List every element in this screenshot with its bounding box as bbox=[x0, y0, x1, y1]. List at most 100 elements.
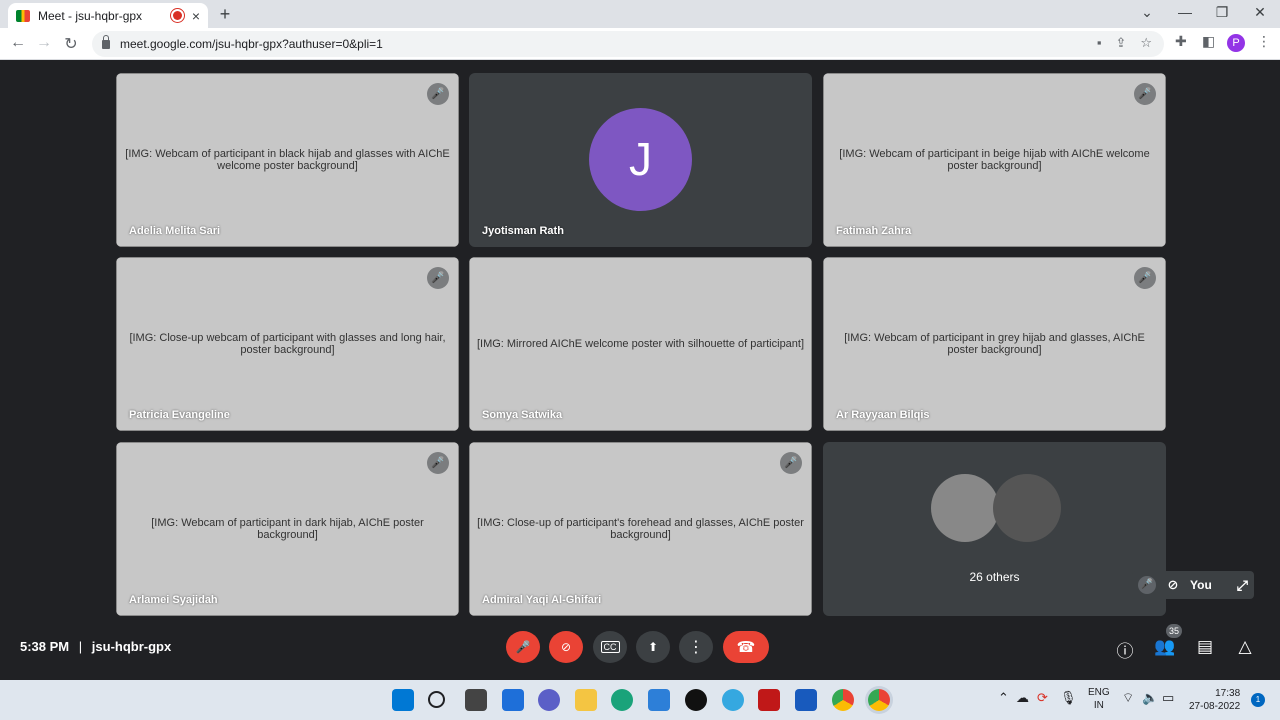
microphone-icon[interactable]: 🎙 bbox=[1060, 690, 1077, 706]
other-avatar bbox=[931, 474, 999, 542]
participant-video: [IMG: Webcam of participant in black hij… bbox=[116, 73, 459, 247]
forward-button[interactable]: → bbox=[34, 34, 54, 52]
self-view-label: You bbox=[1190, 578, 1212, 592]
people-icon: 👥 bbox=[1154, 637, 1176, 656]
participant-video: [IMG: Webcam of participant in beige hij… bbox=[823, 73, 1166, 247]
teams-chat-icon[interactable] bbox=[538, 689, 560, 711]
search-icon[interactable] bbox=[428, 691, 445, 708]
participant-name: Arlamei Syajidah bbox=[129, 594, 218, 606]
meet-control-bar: 5:38 PM | jsu-hqbr-gpx 🎤 ⊘ CC ⬆ ⋮ ☎ ⓘ 👥 … bbox=[0, 620, 1280, 680]
participant-tile[interactable]: [IMG: Close-up of participant's forehead… bbox=[469, 442, 812, 616]
battery-icon[interactable]: ▭ bbox=[1162, 690, 1174, 706]
browser-tab-strip: Meet - jsu-hqbr-gpx × + ⌄ — ❐ ✕ bbox=[0, 0, 1280, 28]
other-avatar bbox=[993, 474, 1061, 542]
chrome-profile-icon[interactable] bbox=[868, 689, 890, 711]
system-clock[interactable]: 17:38 27-08-2022 bbox=[1189, 687, 1240, 713]
people-count-badge: 35 bbox=[1166, 624, 1182, 638]
meeting-details-button[interactable]: ⓘ bbox=[1114, 637, 1136, 662]
participant-tile[interactable]: [IMG: Webcam of participant in dark hija… bbox=[116, 442, 459, 616]
present-screen-icon: ⬆ bbox=[647, 640, 659, 654]
close-window-button[interactable]: ✕ bbox=[1250, 4, 1270, 21]
camera-off-icon: ⊘ bbox=[1167, 577, 1179, 592]
meet-favicon-icon bbox=[16, 9, 30, 22]
self-view-chip[interactable]: 🎤 ⊘ You ⤢ bbox=[1132, 571, 1254, 599]
restore-button[interactable]: ❐ bbox=[1212, 4, 1232, 21]
task-view-icon[interactable] bbox=[465, 689, 487, 711]
recording-indicator-icon bbox=[172, 11, 182, 20]
present-button[interactable]: ⬆ bbox=[636, 631, 670, 663]
mic-off-icon: 🎤 bbox=[780, 452, 802, 474]
back-button[interactable]: ← bbox=[8, 34, 28, 52]
side-panel-icon[interactable]: ◧ bbox=[1202, 33, 1215, 50]
file-explorer-icon[interactable] bbox=[575, 689, 597, 711]
participant-name: Ar Rayyaan Bilqis bbox=[836, 409, 930, 421]
hang-up-icon: ☎ bbox=[736, 639, 756, 656]
chat-button[interactable]: ▤ bbox=[1194, 637, 1216, 657]
sync-icon[interactable]: ⟳ bbox=[1037, 690, 1048, 706]
microsoft-store-icon[interactable] bbox=[648, 689, 670, 711]
widgets-icon[interactable] bbox=[502, 689, 524, 711]
volume-icon[interactable]: 🔈 bbox=[1142, 690, 1158, 706]
mic-off-icon: 🎤 bbox=[515, 640, 531, 654]
activities-button[interactable]: △ bbox=[1234, 637, 1256, 657]
participant-tile[interactable]: [IMG: Close-up webcam of participant wit… bbox=[116, 257, 459, 431]
clock-time: 17:38 bbox=[1215, 688, 1241, 699]
lock-icon bbox=[102, 34, 110, 49]
notification-badge[interactable]: 1 bbox=[1251, 693, 1265, 707]
participant-tile[interactable]: [IMG: Mirrored AIChE welcome poster with… bbox=[469, 257, 812, 431]
mic-off-icon: 🎤 bbox=[427, 267, 449, 289]
mic-toggle-button[interactable]: 🎤 bbox=[506, 631, 540, 663]
activities-icon: △ bbox=[1238, 637, 1252, 656]
reload-button[interactable]: ↻ bbox=[61, 34, 81, 54]
tab-search-button[interactable]: ⌄ bbox=[1137, 4, 1157, 21]
extensions-icon[interactable]: ✚ bbox=[1175, 33, 1187, 50]
leave-call-button[interactable]: ☎ bbox=[723, 631, 769, 663]
captions-icon: CC bbox=[600, 641, 620, 653]
chat-icon: ▤ bbox=[1196, 637, 1214, 656]
bookmark-star-icon[interactable]: ☆ bbox=[1140, 35, 1152, 51]
browser-menu-icon[interactable]: ⋮ bbox=[1257, 33, 1271, 50]
start-button-icon[interactable] bbox=[392, 689, 414, 711]
profile-avatar[interactable]: P bbox=[1227, 34, 1245, 52]
mic-off-icon: 🎤 bbox=[1134, 83, 1156, 105]
others-count: 26 others bbox=[969, 570, 1020, 584]
participant-tile[interactable]: [IMG: Webcam of participant in grey hija… bbox=[823, 257, 1166, 431]
app-icon[interactable] bbox=[685, 689, 707, 711]
address-bar[interactable]: meet.google.com/jsu-hqbr-gpx?authuser=0&… bbox=[92, 31, 1164, 57]
mcafee-icon[interactable] bbox=[758, 689, 780, 711]
captions-button[interactable]: CC bbox=[593, 631, 627, 663]
windows-taskbar: ⌃ ☁ ⟳ 🎙 ENG IN ⌔ 🔈 ▭ 17:38 27-08-2022 1 bbox=[0, 680, 1280, 720]
app-icon[interactable] bbox=[722, 689, 744, 711]
participant-video: [IMG: Close-up webcam of participant wit… bbox=[116, 257, 459, 431]
participant-tile[interactable]: [IMG: Webcam of participant in beige hij… bbox=[823, 73, 1166, 247]
region-code: IN bbox=[1093, 700, 1104, 711]
share-icon[interactable]: ⇪ bbox=[1115, 35, 1126, 51]
people-button[interactable]: 👥 bbox=[1154, 637, 1176, 657]
expand-icon[interactable]: ⤢ bbox=[1237, 577, 1248, 594]
onedrive-icon[interactable]: ☁ bbox=[1016, 690, 1029, 706]
meeting-code: jsu-hqbr-gpx bbox=[91, 639, 172, 654]
hidden-icons-chevron-icon[interactable]: ⌃ bbox=[998, 690, 1009, 706]
participant-name: Patricia Evangeline bbox=[129, 409, 230, 421]
participant-name: Adelia Melita Sari bbox=[129, 225, 221, 237]
meeting-info: 5:38 PM | jsu-hqbr-gpx bbox=[20, 639, 171, 654]
camera-toggle-button[interactable]: ⊘ bbox=[549, 631, 583, 663]
wifi-icon[interactable]: ⌔ bbox=[1122, 690, 1134, 706]
participant-tile[interactable]: [IMG: Webcam of participant in black hij… bbox=[116, 73, 459, 247]
others-tile[interactable]: 26 others bbox=[823, 442, 1166, 616]
more-options-button[interactable]: ⋮ bbox=[679, 631, 713, 663]
mic-off-icon: 🎤 bbox=[1134, 267, 1156, 289]
participant-tile[interactable]: J Jyotisman Rath bbox=[469, 73, 812, 247]
language-code: ENG bbox=[1088, 687, 1110, 698]
meeting-separator: | bbox=[78, 639, 83, 654]
new-tab-button[interactable]: + bbox=[215, 5, 235, 25]
minimize-button[interactable]: — bbox=[1175, 4, 1195, 20]
browser-tab-meet[interactable]: Meet - jsu-hqbr-gpx × bbox=[8, 3, 208, 28]
language-indicator[interactable]: ENG IN bbox=[1088, 686, 1110, 712]
word-icon[interactable] bbox=[795, 689, 817, 711]
camera-in-use-icon[interactable]: ▪ bbox=[1097, 35, 1102, 51]
clock-date: 27-08-2022 bbox=[1189, 701, 1241, 712]
edge-browser-icon[interactable] bbox=[611, 689, 633, 711]
tab-close-button[interactable]: × bbox=[192, 8, 200, 24]
chrome-icon[interactable] bbox=[832, 689, 854, 711]
